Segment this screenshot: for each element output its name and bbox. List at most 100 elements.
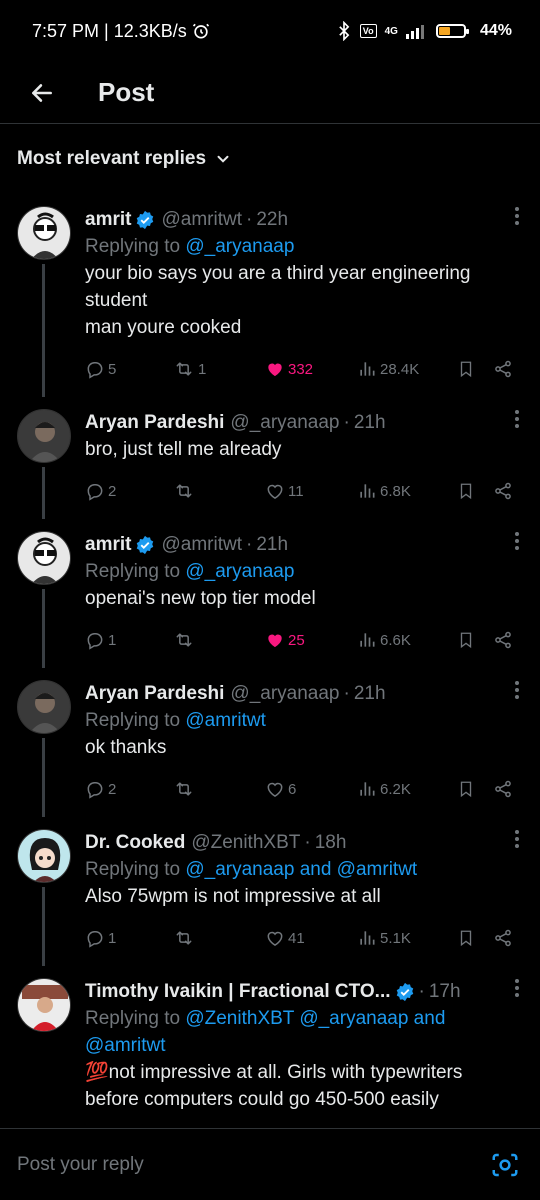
- share-icon: [493, 359, 513, 379]
- retweet-button[interactable]: [173, 481, 265, 501]
- bookmark-button[interactable]: [457, 630, 493, 650]
- bookmark-button[interactable]: [457, 779, 493, 799]
- share-icon: [493, 630, 513, 650]
- reply-item[interactable]: Dr. Cooked @ZenithXBT · 18h Replying to …: [0, 817, 540, 966]
- share-button[interactable]: [493, 928, 513, 948]
- more-options-button[interactable]: [514, 409, 520, 436]
- more-vertical-icon: [515, 681, 519, 699]
- reply-item[interactable]: Aryan Pardeshi @_aryanaap · 21h Replying…: [0, 668, 540, 817]
- more-options-button[interactable]: [514, 680, 520, 707]
- share-button[interactable]: [493, 481, 513, 501]
- author-handle[interactable]: @amritwt: [161, 532, 242, 558]
- page-title: Post: [98, 77, 155, 107]
- author-name[interactable]: Dr. Cooked: [85, 830, 185, 856]
- author-name[interactable]: Aryan Pardeshi: [85, 681, 224, 707]
- thread-connector: [42, 467, 45, 519]
- bookmark-button[interactable]: [457, 928, 493, 948]
- reply-text: 💯not impressive at all. Girls with typew…: [85, 1062, 463, 1110]
- views-count: 5.1K: [380, 929, 411, 947]
- author-name[interactable]: Aryan Pardeshi: [85, 410, 224, 436]
- views-chart-icon: [357, 928, 377, 948]
- replying-to: Replying to @_aryanaap and @amritwt: [85, 856, 520, 883]
- camera-button[interactable]: [490, 1150, 520, 1180]
- author-handle[interactable]: @amritwt: [161, 207, 242, 233]
- avatar[interactable]: [17, 409, 71, 463]
- more-vertical-icon: [515, 532, 519, 550]
- more-options-button[interactable]: [514, 829, 520, 856]
- avatar[interactable]: [17, 206, 71, 260]
- views-button[interactable]: 28.4K: [357, 359, 457, 379]
- reply-button[interactable]: 1: [85, 928, 173, 948]
- replying-to-link[interactable]: @_aryanaap: [185, 236, 294, 257]
- separator-dot: ·: [343, 411, 350, 433]
- author-name[interactable]: Timothy Ivaikin | Fractional CTO...: [85, 979, 391, 1005]
- like-button[interactable]: 41: [265, 928, 357, 948]
- more-options-button[interactable]: [514, 978, 520, 1005]
- author-handle[interactable]: @_aryanaap: [230, 681, 339, 707]
- timestamp[interactable]: 18h: [315, 830, 347, 856]
- volte-icon: Vo: [359, 24, 377, 38]
- bookmark-button[interactable]: [457, 481, 493, 501]
- replying-to-link[interactable]: @_aryanaap: [185, 561, 294, 582]
- bookmark-button[interactable]: [457, 359, 493, 379]
- camera-icon: [492, 1153, 518, 1176]
- avatar[interactable]: [17, 978, 71, 1032]
- more-vertical-icon: [515, 207, 519, 225]
- heart-icon: [265, 481, 285, 501]
- share-icon: [493, 928, 513, 948]
- retweet-button[interactable]: 1: [173, 359, 265, 379]
- reply-button[interactable]: 2: [85, 779, 173, 799]
- status-bar: 7:57 PM | 12.3KB/s Vo 4G 44%: [0, 0, 540, 62]
- reply-button[interactable]: 1: [85, 630, 173, 650]
- views-button[interactable]: 6.2K: [357, 779, 457, 799]
- reply-item[interactable]: Aryan Pardeshi @_aryanaap · 21h bro, jus…: [0, 397, 540, 519]
- back-button[interactable]: [22, 73, 62, 113]
- reply-text: ok thanks: [85, 737, 167, 758]
- reply-item[interactable]: amrit @amritwt · 22h Replying to @_aryan…: [0, 194, 540, 397]
- replying-to-link[interactable]: @amritwt: [185, 710, 266, 731]
- share-button[interactable]: [493, 630, 513, 650]
- retweet-icon: [173, 481, 195, 501]
- like-button[interactable]: 332: [265, 359, 357, 379]
- retweet-button[interactable]: [173, 630, 265, 650]
- top-bar: Post: [0, 62, 540, 124]
- retweet-button[interactable]: [173, 928, 265, 948]
- back-arrow-icon: [32, 83, 52, 102]
- timestamp[interactable]: 21h: [354, 410, 386, 436]
- reply-item[interactable]: amrit @amritwt · 21h Replying to @_aryan…: [0, 519, 540, 668]
- views-count: 6.6K: [380, 631, 411, 649]
- more-vertical-icon: [515, 410, 519, 428]
- heart-icon: [265, 630, 285, 650]
- like-button[interactable]: 25: [265, 630, 357, 650]
- more-vertical-icon: [515, 979, 519, 997]
- timestamp[interactable]: 22h: [256, 207, 288, 233]
- views-button[interactable]: 5.1K: [357, 928, 457, 948]
- reply-button[interactable]: 5: [85, 359, 173, 379]
- replying-to: Replying to @_aryanaap: [85, 558, 520, 585]
- views-button[interactable]: 6.6K: [357, 630, 457, 650]
- timestamp[interactable]: 17h: [429, 979, 461, 1005]
- sort-replies-dropdown[interactable]: Most relevant replies: [0, 124, 540, 194]
- views-chart-icon: [357, 481, 377, 501]
- timestamp[interactable]: 21h: [354, 681, 386, 707]
- more-options-button[interactable]: [514, 531, 520, 558]
- share-button[interactable]: [493, 359, 513, 379]
- like-button[interactable]: 6: [265, 779, 357, 799]
- retweet-button[interactable]: [173, 779, 265, 799]
- avatar[interactable]: [17, 829, 71, 883]
- author-handle[interactable]: @ZenithXBT: [191, 830, 300, 856]
- author-name[interactable]: amrit: [85, 207, 131, 233]
- author-name[interactable]: amrit: [85, 532, 131, 558]
- author-handle[interactable]: @_aryanaap: [230, 410, 339, 436]
- views-count: 6.2K: [380, 780, 411, 798]
- like-button[interactable]: 11: [265, 481, 357, 501]
- reply-button[interactable]: 2: [85, 481, 173, 501]
- replying-to-link[interactable]: @_aryanaap and @amritwt: [185, 859, 417, 880]
- avatar[interactable]: [17, 531, 71, 585]
- reply-input[interactable]: Post your reply: [17, 1154, 490, 1176]
- more-options-button[interactable]: [514, 206, 520, 233]
- avatar[interactable]: [17, 680, 71, 734]
- views-button[interactable]: 6.8K: [357, 481, 457, 501]
- share-button[interactable]: [493, 779, 513, 799]
- timestamp[interactable]: 21h: [256, 532, 288, 558]
